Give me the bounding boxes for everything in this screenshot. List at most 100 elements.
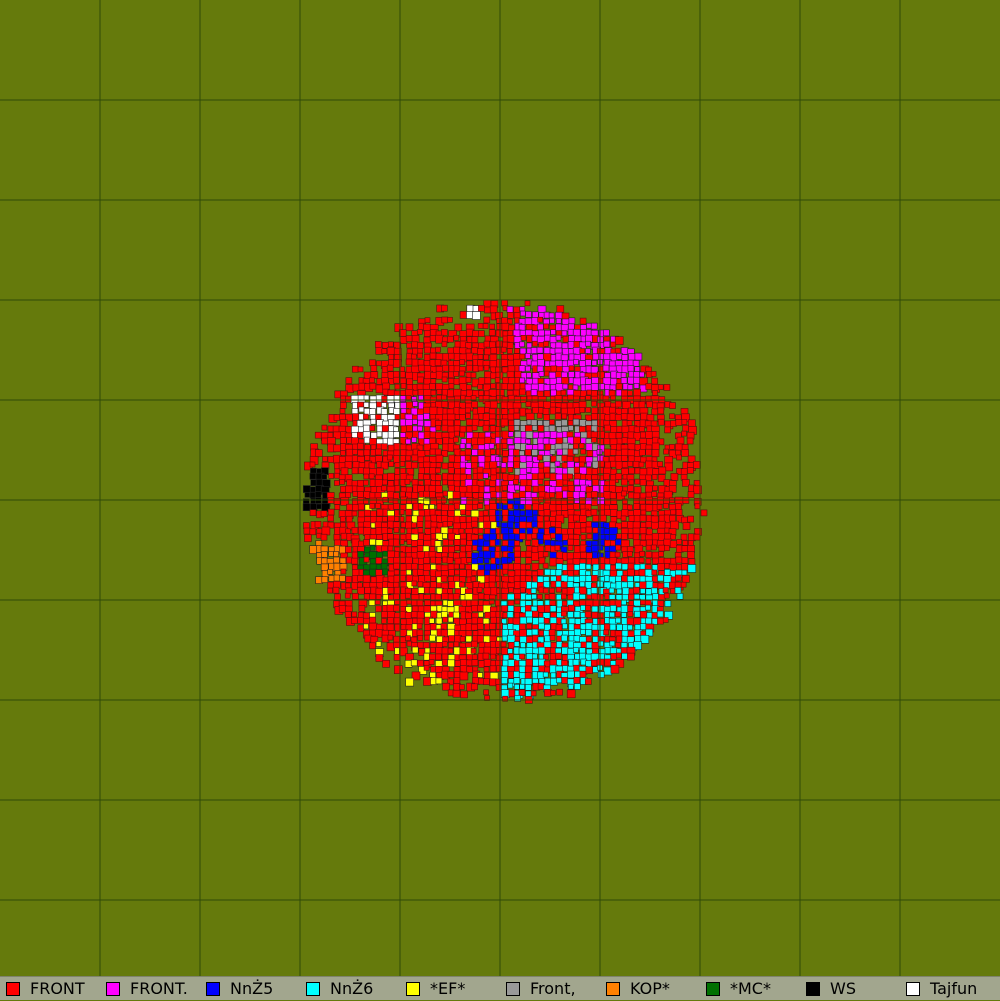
village-tile[interactable] (542, 587, 549, 594)
village-tile[interactable] (399, 628, 408, 637)
village-tile[interactable] (441, 341, 448, 348)
village-tile[interactable] (639, 623, 647, 631)
village-tile[interactable] (542, 671, 549, 678)
village-tile[interactable] (585, 546, 593, 553)
village-tile[interactable] (423, 412, 430, 420)
village-tile[interactable] (628, 479, 635, 486)
village-tile[interactable] (548, 593, 556, 600)
village-tile[interactable] (657, 617, 664, 625)
village-tile[interactable] (393, 569, 400, 576)
village-tile[interactable] (417, 376, 424, 384)
village-tile[interactable] (416, 414, 424, 421)
village-tile[interactable] (543, 466, 550, 474)
village-tile[interactable] (363, 401, 370, 408)
village-tile[interactable] (591, 605, 599, 613)
village-tile[interactable] (430, 389, 437, 396)
village-tile[interactable] (417, 348, 424, 354)
village-tile[interactable] (572, 503, 580, 510)
village-tile[interactable] (681, 545, 689, 553)
village-tile[interactable] (430, 378, 437, 385)
village-tile[interactable] (610, 341, 616, 348)
village-tile[interactable] (501, 322, 510, 331)
village-tile[interactable] (633, 383, 640, 389)
village-tile[interactable] (662, 587, 669, 593)
village-tile[interactable] (350, 617, 358, 624)
village-tile[interactable] (681, 419, 688, 425)
village-tile[interactable] (556, 305, 565, 313)
village-tile[interactable] (416, 629, 424, 637)
village-tile[interactable] (556, 563, 563, 571)
village-tile[interactable] (428, 587, 436, 594)
village-tile[interactable] (573, 539, 580, 546)
village-tile[interactable] (657, 574, 664, 582)
village-tile[interactable] (410, 659, 418, 667)
village-tile[interactable] (538, 622, 545, 630)
village-tile[interactable] (513, 425, 520, 431)
village-tile[interactable] (586, 450, 594, 457)
village-tile[interactable] (628, 557, 635, 564)
village-tile[interactable] (447, 671, 455, 678)
village-tile[interactable] (387, 556, 395, 564)
village-tile[interactable] (442, 616, 449, 623)
village-tile[interactable] (501, 635, 508, 642)
village-tile[interactable] (495, 448, 503, 456)
village-tile[interactable] (519, 628, 527, 637)
village-tile[interactable] (344, 582, 351, 589)
village-tile[interactable] (652, 390, 658, 396)
village-tile[interactable] (466, 418, 473, 426)
village-tile[interactable] (560, 581, 568, 589)
village-tile[interactable] (435, 467, 441, 474)
village-tile[interactable] (657, 563, 665, 571)
village-tile[interactable] (573, 564, 581, 571)
village-tile[interactable] (513, 449, 520, 456)
village-tile[interactable] (490, 347, 498, 355)
village-tile[interactable] (375, 563, 382, 570)
village-tile[interactable] (650, 371, 657, 377)
village-tile[interactable] (304, 492, 311, 498)
village-tile[interactable] (573, 569, 580, 576)
village-tile[interactable] (638, 497, 646, 505)
village-tile[interactable] (447, 600, 454, 607)
village-tile[interactable] (466, 425, 473, 433)
village-tile[interactable] (567, 545, 574, 551)
village-tile[interactable] (464, 479, 473, 487)
village-tile[interactable] (568, 683, 574, 690)
village-tile[interactable] (554, 652, 562, 660)
village-tile[interactable] (525, 455, 533, 463)
village-tile[interactable] (489, 323, 496, 330)
village-tile[interactable] (417, 635, 424, 641)
village-tile[interactable] (405, 569, 412, 576)
village-tile[interactable] (334, 504, 341, 511)
village-tile[interactable] (554, 545, 561, 551)
village-tile[interactable] (580, 604, 586, 611)
village-tile[interactable] (362, 424, 371, 433)
village-tile[interactable] (597, 430, 605, 439)
village-tile[interactable] (405, 455, 412, 462)
village-tile[interactable] (621, 490, 627, 497)
village-tile[interactable] (584, 378, 592, 385)
village-tile[interactable] (411, 539, 418, 547)
village-tile[interactable] (524, 672, 532, 680)
village-tile[interactable] (400, 383, 407, 389)
village-tile[interactable] (572, 418, 580, 426)
village-tile[interactable] (518, 365, 526, 373)
village-tile[interactable] (477, 503, 484, 509)
village-tile[interactable] (490, 616, 497, 624)
village-tile[interactable] (634, 478, 641, 485)
village-tile[interactable] (400, 522, 407, 528)
village-tile[interactable] (538, 557, 546, 565)
village-tile[interactable] (591, 407, 599, 415)
village-tile[interactable] (500, 346, 507, 353)
village-tile[interactable] (466, 666, 473, 673)
village-tile[interactable] (651, 569, 658, 576)
village-tile[interactable] (615, 449, 623, 457)
village-tile[interactable] (435, 346, 441, 353)
village-tile[interactable] (573, 395, 580, 403)
village-tile[interactable] (465, 352, 474, 361)
village-tile[interactable] (537, 605, 546, 613)
village-tile[interactable] (526, 629, 533, 636)
village-tile[interactable] (382, 550, 389, 557)
village-tile[interactable] (410, 563, 418, 571)
village-tile[interactable] (568, 371, 575, 378)
village-tile[interactable] (363, 556, 370, 563)
